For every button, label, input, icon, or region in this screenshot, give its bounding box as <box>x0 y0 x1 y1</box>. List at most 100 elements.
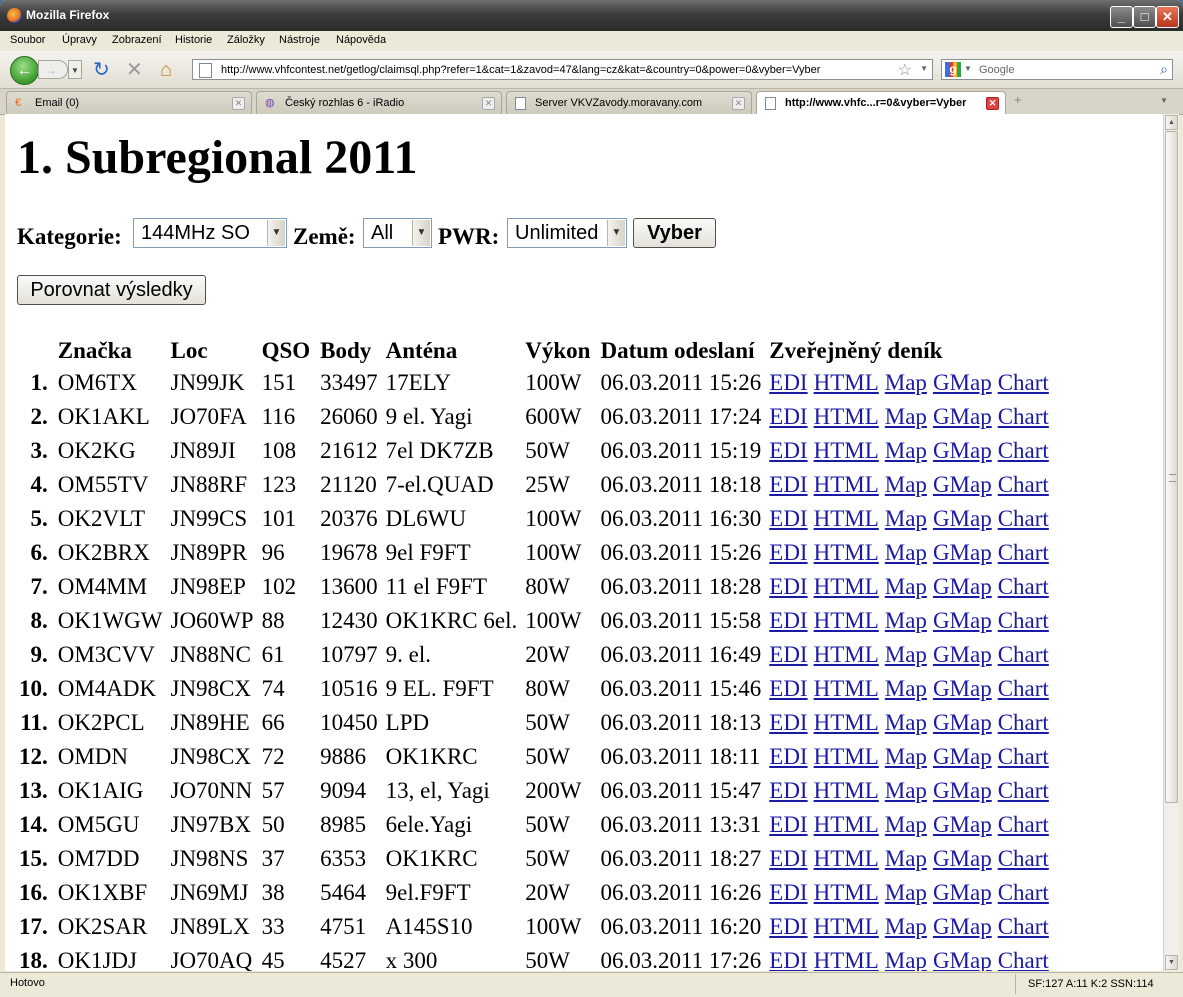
log-link-edi[interactable]: EDI <box>769 404 807 429</box>
log-link-edi[interactable]: EDI <box>769 846 807 871</box>
url-dropdown-icon[interactable]: ▼ <box>920 64 928 73</box>
log-link-html[interactable]: HTML <box>814 778 879 803</box>
log-link-map[interactable]: Map <box>885 404 927 429</box>
scroll-thumb[interactable] <box>1165 131 1178 803</box>
log-link-html[interactable]: HTML <box>814 370 879 395</box>
tab-list-dropdown-icon[interactable]: ▼ <box>1160 96 1168 105</box>
log-link-edi[interactable]: EDI <box>769 506 807 531</box>
reload-icon[interactable]: ↻ <box>93 60 110 80</box>
minimize-button[interactable]: _ <box>1110 6 1133 28</box>
log-link-edi[interactable]: EDI <box>769 880 807 905</box>
engine-dropdown-icon[interactable]: ▼ <box>964 64 972 73</box>
log-link-html[interactable]: HTML <box>814 880 879 905</box>
log-link-gmap[interactable]: GMap <box>933 812 992 837</box>
log-link-map[interactable]: Map <box>885 744 927 769</box>
log-link-chart[interactable]: Chart <box>998 642 1049 667</box>
log-link-chart[interactable]: Chart <box>998 880 1049 905</box>
log-link-gmap[interactable]: GMap <box>933 710 992 735</box>
log-link-html[interactable]: HTML <box>814 540 879 565</box>
log-link-edi[interactable]: EDI <box>769 438 807 463</box>
log-link-edi[interactable]: EDI <box>769 744 807 769</box>
log-link-html[interactable]: HTML <box>814 642 879 667</box>
log-link-edi[interactable]: EDI <box>769 370 807 395</box>
log-link-edi[interactable]: EDI <box>769 540 807 565</box>
menu-soubor[interactable]: Soubor <box>10 34 45 46</box>
tab-vkvzavody[interactable]: Server VKVZavody.moravany.com ✕ <box>506 91 752 114</box>
log-link-map[interactable]: Map <box>885 574 927 599</box>
log-link-gmap[interactable]: GMap <box>933 540 992 565</box>
log-link-gmap[interactable]: GMap <box>933 608 992 633</box>
log-link-chart[interactable]: Chart <box>998 710 1049 735</box>
address-bar[interactable]: http://www.vhfcontest.net/getlog/claimsq… <box>192 59 933 80</box>
menu-historie[interactable]: Historie <box>175 34 212 46</box>
log-link-html[interactable]: HTML <box>814 846 879 871</box>
log-link-html[interactable]: HTML <box>814 744 879 769</box>
vertical-scrollbar[interactable]: ▲ ▼ <box>1163 114 1179 971</box>
log-link-edi[interactable]: EDI <box>769 914 807 939</box>
log-link-edi[interactable]: EDI <box>769 778 807 803</box>
log-link-gmap[interactable]: GMap <box>933 506 992 531</box>
chevron-down-icon[interactable]: ▼ <box>412 220 430 246</box>
log-link-html[interactable]: HTML <box>814 710 879 735</box>
log-link-map[interactable]: Map <box>885 846 927 871</box>
home-icon[interactable]: ⌂ <box>160 60 172 80</box>
log-link-gmap[interactable]: GMap <box>933 880 992 905</box>
log-link-map[interactable]: Map <box>885 506 927 531</box>
log-link-html[interactable]: HTML <box>814 812 879 837</box>
log-link-map[interactable]: Map <box>885 880 927 905</box>
menu-napoveda[interactable]: Nápověda <box>336 34 386 46</box>
log-link-gmap[interactable]: GMap <box>933 404 992 429</box>
log-link-edi[interactable]: EDI <box>769 676 807 701</box>
tab-vhfcontest[interactable]: http://www.vhfc...r=0&vyber=Vyber ✕ <box>756 91 1006 115</box>
log-link-html[interactable]: HTML <box>814 574 879 599</box>
log-link-gmap[interactable]: GMap <box>933 642 992 667</box>
log-link-chart[interactable]: Chart <box>998 676 1049 701</box>
log-link-gmap[interactable]: GMap <box>933 438 992 463</box>
scroll-up-icon[interactable]: ▲ <box>1165 115 1178 130</box>
log-link-chart[interactable]: Chart <box>998 608 1049 633</box>
history-dropdown-icon[interactable]: ▼ <box>68 60 82 79</box>
log-link-edi[interactable]: EDI <box>769 948 807 971</box>
log-link-html[interactable]: HTML <box>814 404 879 429</box>
scroll-down-icon[interactable]: ▼ <box>1165 955 1178 970</box>
address-text[interactable]: http://www.vhfcontest.net/getlog/claimsq… <box>221 64 820 76</box>
log-link-edi[interactable]: EDI <box>769 574 807 599</box>
menu-upravy[interactable]: Úpravy <box>62 34 97 46</box>
log-link-chart[interactable]: Chart <box>998 472 1049 497</box>
log-link-chart[interactable]: Chart <box>998 540 1049 565</box>
log-link-edi[interactable]: EDI <box>769 472 807 497</box>
chevron-down-icon[interactable]: ▼ <box>267 220 285 246</box>
log-link-chart[interactable]: Chart <box>998 370 1049 395</box>
forward-button[interactable]: → <box>38 60 68 79</box>
log-link-chart[interactable]: Chart <box>998 438 1049 463</box>
log-link-map[interactable]: Map <box>885 370 927 395</box>
log-link-html[interactable]: HTML <box>814 914 879 939</box>
log-link-gmap[interactable]: GMap <box>933 846 992 871</box>
close-tab-icon[interactable]: ✕ <box>732 97 745 110</box>
log-link-map[interactable]: Map <box>885 812 927 837</box>
close-tab-icon[interactable]: ✕ <box>232 97 245 110</box>
log-link-edi[interactable]: EDI <box>769 642 807 667</box>
log-link-chart[interactable]: Chart <box>998 744 1049 769</box>
log-link-gmap[interactable]: GMap <box>933 744 992 769</box>
log-link-html[interactable]: HTML <box>814 676 879 701</box>
power-select[interactable]: Unlimited ▼ <box>507 218 627 248</box>
log-link-gmap[interactable]: GMap <box>933 914 992 939</box>
back-button[interactable]: ← <box>10 56 39 85</box>
menu-zobrazeni[interactable]: Zobrazení <box>112 34 162 46</box>
log-link-html[interactable]: HTML <box>814 948 879 971</box>
close-tab-icon[interactable]: ✕ <box>986 97 999 110</box>
log-link-map[interactable]: Map <box>885 438 927 463</box>
log-link-html[interactable]: HTML <box>814 506 879 531</box>
menu-nastroje[interactable]: Nástroje <box>279 34 320 46</box>
log-link-map[interactable]: Map <box>885 778 927 803</box>
log-link-map[interactable]: Map <box>885 914 927 939</box>
google-engine-icon[interactable]: g <box>945 62 961 77</box>
log-link-edi[interactable]: EDI <box>769 608 807 633</box>
log-link-chart[interactable]: Chart <box>998 846 1049 871</box>
log-link-map[interactable]: Map <box>885 948 927 971</box>
maximize-button[interactable]: □ <box>1133 6 1156 28</box>
bookmark-star-icon[interactable]: ☆ <box>898 60 912 80</box>
log-link-chart[interactable]: Chart <box>998 506 1049 531</box>
log-link-gmap[interactable]: GMap <box>933 676 992 701</box>
